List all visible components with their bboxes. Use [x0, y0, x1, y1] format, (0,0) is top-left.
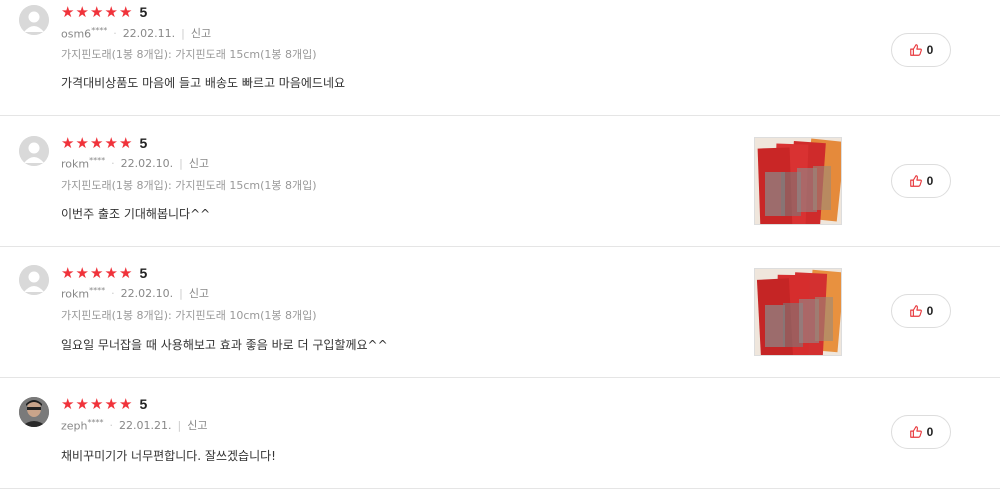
reviewer-name: osm6**** [61, 25, 108, 41]
reviewer-name: rokm**** [61, 155, 106, 171]
star-icon: ★ [104, 264, 118, 282]
review-item: ★ ★ ★ ★ ★ 5 rokm**** · 22.02.10. | 신고 가지핀도래(… [0, 247, 1000, 378]
report-link[interactable]: 신고 [187, 417, 207, 433]
review-photo[interactable] [754, 268, 842, 356]
review-item: ★ ★ ★ ★ ★ 5 rokm**** · 22.02.10. | 신고 가지핀도래(… [0, 116, 1000, 247]
rating-score: 5 [139, 396, 148, 412]
like-count: 0 [926, 425, 934, 439]
star-icon: ★ [61, 264, 75, 282]
star-icon: ★ [75, 134, 89, 152]
like-button[interactable]: 0 [891, 164, 951, 198]
like-count: 0 [926, 304, 934, 318]
star-icon: ★ [119, 264, 133, 282]
like-button[interactable]: 0 [891, 33, 951, 67]
star-icon: ★ [119, 134, 133, 152]
report-link[interactable]: 신고 [191, 25, 211, 41]
star-rating: ★ ★ ★ ★ ★ 5 [61, 266, 147, 281]
star-icon: ★ [61, 395, 75, 413]
star-icon: ★ [90, 264, 104, 282]
user-photo-avatar [19, 397, 49, 427]
default-avatar-icon [19, 136, 49, 166]
default-avatar-icon [19, 5, 49, 35]
review-date: 22.02.10. [120, 156, 174, 170]
star-icon: ★ [75, 3, 89, 21]
purchase-option: 가지핀도래(1봉 8개입): 가지핀도래 15cm(1봉 8개입) [61, 48, 317, 61]
review-item: ★ ★ ★ ★ ★ 5 zeph**** · 22.01.21. | 신고 채비꾸미기가… [0, 378, 1000, 489]
review-date: 22.02.11. [122, 26, 176, 40]
star-icon: ★ [119, 395, 133, 413]
thumbs-up-icon [909, 175, 922, 187]
purchase-option: 가지핀도래(1봉 8개입): 가지핀도래 10cm(1봉 8개입) [61, 309, 317, 322]
reviewer-name: zeph**** [61, 417, 104, 433]
default-avatar-icon [19, 265, 49, 295]
rating-score: 5 [139, 4, 148, 20]
star-icon: ★ [119, 3, 133, 21]
review-photo[interactable] [754, 137, 842, 225]
star-rating: ★ ★ ★ ★ ★ 5 [61, 397, 147, 412]
review-content: 채비꾸미기가 너무편합니다. 잘쓰겠습니다! [61, 449, 276, 463]
review-content: 가격대비상품도 마음에 들고 배송도 빠르고 마음에드네요 [61, 76, 346, 90]
like-count: 0 [926, 43, 934, 57]
star-icon: ★ [61, 3, 75, 21]
thumbs-up-icon [909, 426, 922, 438]
reviewer-name: rokm**** [61, 285, 106, 301]
review-date: 22.01.21. [119, 418, 172, 432]
purchase-option: 가지핀도래(1봉 8개입): 가지핀도래 15cm(1봉 8개입) [61, 179, 317, 192]
star-icon: ★ [75, 264, 89, 282]
report-link[interactable]: 신고 [189, 285, 209, 301]
like-button[interactable]: 0 [891, 294, 951, 328]
review-content: 일요일 무너잡을 때 사용해보고 효과 좋음 바로 더 구입할께요^^ [61, 338, 388, 352]
star-icon: ★ [75, 395, 89, 413]
like-count: 0 [926, 174, 934, 188]
review-content: 이번주 출조 기대해봅니다^^ [61, 207, 211, 221]
star-icon: ★ [61, 134, 75, 152]
star-icon: ★ [104, 3, 118, 21]
star-icon: ★ [90, 134, 104, 152]
star-icon: ★ [90, 395, 104, 413]
star-icon: ★ [90, 3, 104, 21]
thumbs-up-icon [909, 44, 922, 56]
review-date: 22.02.10. [120, 286, 174, 300]
review-item: ★ ★ ★ ★ ★ 5 osm6**** · 22.02.11. | 신고 가지핀도래(… [0, 0, 1000, 116]
star-rating: ★ ★ ★ ★ ★ 5 [61, 5, 147, 20]
rating-score: 5 [139, 135, 148, 151]
rating-score: 5 [139, 265, 148, 281]
like-button[interactable]: 0 [891, 415, 951, 449]
thumbs-up-icon [909, 305, 922, 317]
star-rating: ★ ★ ★ ★ ★ 5 [61, 136, 147, 151]
report-link[interactable]: 신고 [189, 155, 209, 171]
star-icon: ★ [104, 134, 118, 152]
star-icon: ★ [104, 395, 118, 413]
